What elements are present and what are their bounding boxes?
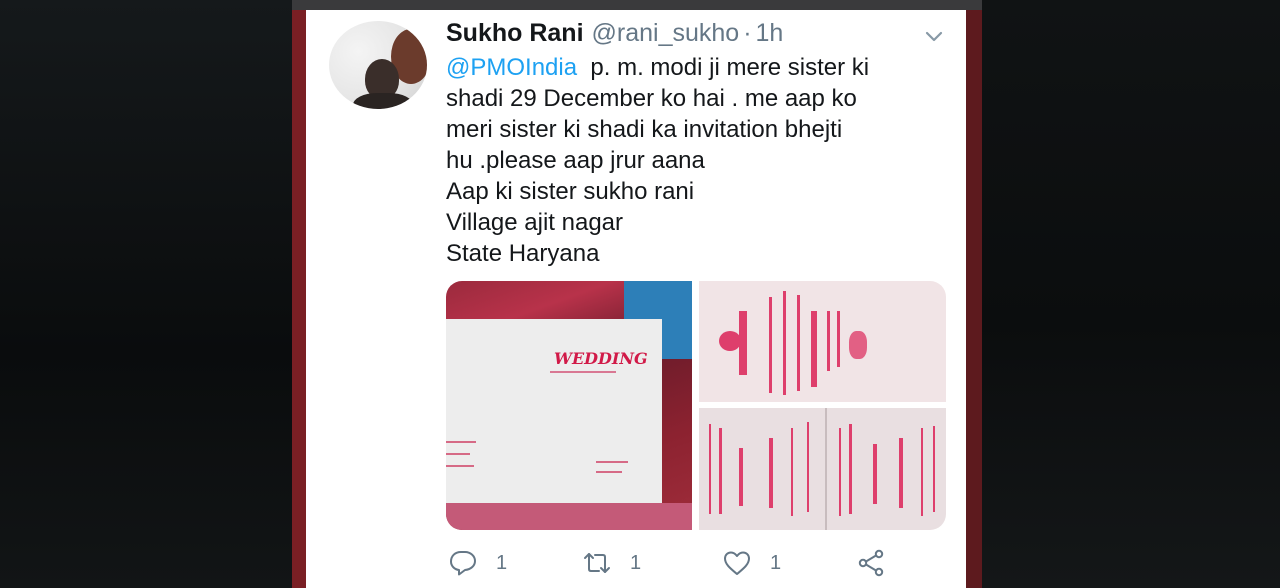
card-text-column [849, 424, 852, 514]
card-fold [825, 408, 827, 530]
card-text-column [827, 311, 830, 371]
envelope-line [446, 465, 474, 467]
card-text-column [769, 438, 773, 508]
media-grid: WEDDING [446, 281, 946, 530]
share-icon [858, 549, 884, 577]
retweet-icon [584, 553, 610, 573]
card-text-column [739, 311, 747, 375]
card-text-column [709, 424, 711, 514]
like-button[interactable]: 1 [722, 548, 781, 578]
tweet-text-line: hu .please aap jrur aana [446, 147, 705, 174]
media-image-card-inside[interactable] [699, 281, 946, 402]
user-handle[interactable]: @rani_sukho [592, 18, 740, 48]
tweet-text: @PMOIndia p. m. modi ji mere sister ki s… [446, 52, 956, 269]
background-right [980, 0, 1280, 588]
avatar-body [353, 93, 413, 109]
frame-right [966, 10, 982, 588]
card-text-column [739, 448, 743, 506]
heart-icon [724, 551, 750, 575]
card-text-column [797, 295, 800, 391]
retweet-button[interactable]: 1 [582, 548, 641, 578]
tweet-text-line: @PMOIndia p. m. modi ji mere sister ki [446, 52, 956, 83]
envelope-underline [550, 371, 616, 373]
card-text-column [807, 422, 809, 512]
tweet-text-line: Village ajit nagar [446, 209, 624, 236]
image-envelope-card [446, 319, 662, 503]
envelope-line [446, 441, 476, 443]
card-text-column [719, 428, 722, 514]
tweet-text-line: meri sister ki shadi ka invitation bhejt… [446, 116, 843, 143]
tweet-text-segment: p. m. modi ji mere sister ki [590, 54, 870, 81]
card-emblem [849, 331, 867, 359]
envelope-line [446, 453, 470, 455]
tweet-text-line: State Haryana [446, 240, 600, 267]
media-image-card-pages[interactable] [699, 408, 946, 530]
card-text-column [899, 438, 903, 508]
avatar[interactable] [329, 21, 427, 109]
reply-button[interactable]: 1 [448, 548, 507, 578]
share-button[interactable] [856, 548, 886, 578]
separator: · [743, 19, 752, 47]
card-text-column [933, 426, 935, 512]
frame-left [292, 10, 306, 588]
tweet-actions: 1 1 1 [446, 548, 906, 578]
card-text-column [921, 428, 923, 516]
tweet-text-line: shadi 29 December ko hai . me aap ko [446, 85, 857, 112]
card-emblem [719, 331, 741, 351]
reply-count: 1 [496, 551, 508, 574]
card-text-column [837, 311, 840, 367]
like-count: 1 [770, 551, 782, 574]
card-text-column [783, 291, 786, 395]
background-left [0, 0, 292, 588]
card-text-column [839, 428, 841, 516]
card-text-column [791, 428, 793, 516]
tweet-header: Sukho Rani @rani_sukho · 1h [446, 18, 783, 48]
card-text-column [769, 297, 772, 393]
envelope-line [596, 471, 622, 473]
card-text-column [811, 311, 817, 387]
media-image-envelope[interactable]: WEDDING [446, 281, 692, 530]
retweet-count: 1 [630, 551, 642, 574]
image-bottom-band [446, 503, 692, 530]
envelope-title: WEDDING [554, 349, 648, 368]
top-strip [292, 0, 982, 10]
reply-icon [450, 551, 476, 576]
mention-link[interactable]: @PMOIndia [446, 54, 577, 81]
display-name[interactable]: Sukho Rani [446, 18, 584, 48]
chevron-down-icon[interactable] [922, 24, 946, 48]
envelope-line [596, 461, 628, 463]
tweet-text-line: Aap ki sister sukho rani [446, 178, 695, 205]
tweet-card[interactable]: Sukho Rani @rani_sukho · 1h @PMOIndia p.… [306, 10, 966, 588]
timestamp[interactable]: 1h [756, 18, 784, 48]
card-text-column [873, 444, 877, 504]
